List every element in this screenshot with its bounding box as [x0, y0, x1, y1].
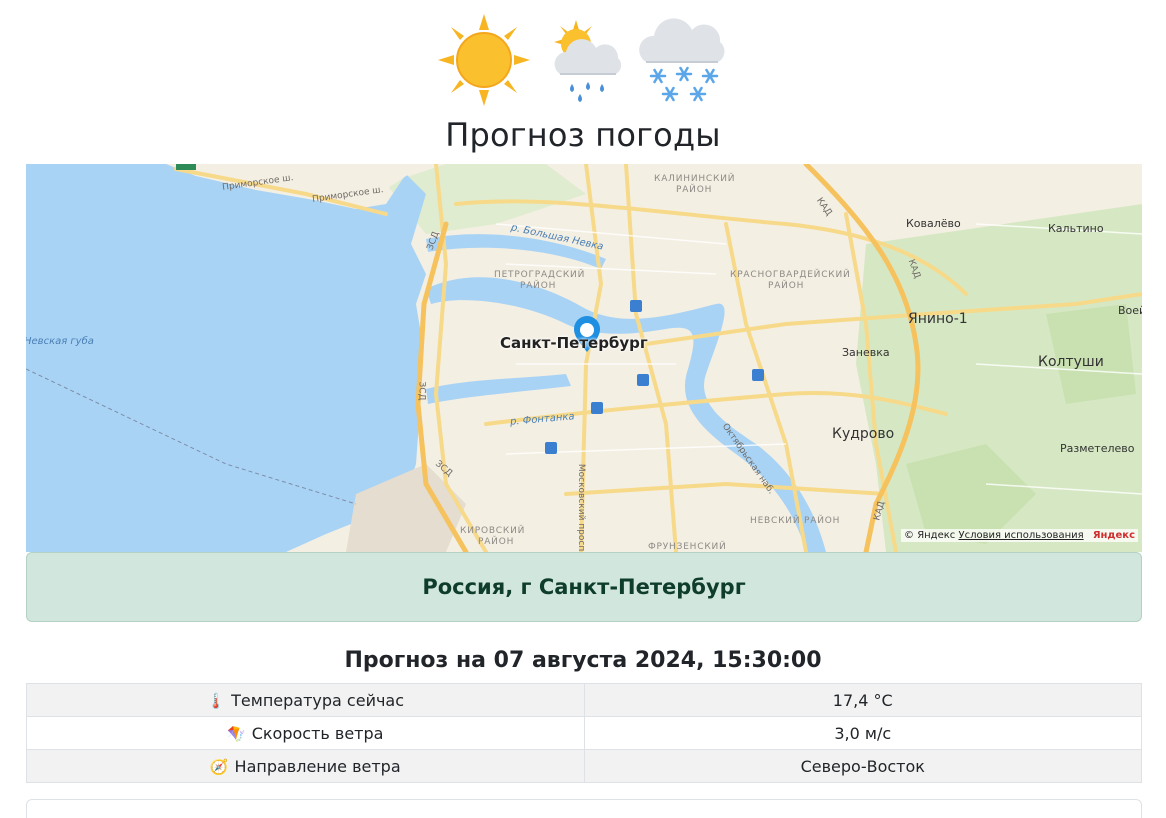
table-cell-label: 🪁 Скорость ветра [26, 716, 585, 750]
map-label-town: Разметелево [1060, 442, 1135, 455]
sun-behind-rain-cloud-icon [554, 20, 622, 102]
table-cell-label: 🧭 Направление ветра [26, 749, 585, 783]
snow-cloud-icon [639, 18, 725, 102]
table-row: 🌡️ Температура сейчас 17,4 °C [26, 683, 1142, 717]
weather-icons-row [0, 12, 1166, 112]
map-label-district: Петроградский [494, 270, 586, 280]
thermometer-icon: 🌡️ [206, 691, 226, 710]
table-cell-value: 17,4 °C [583, 683, 1142, 717]
forecast-heading: Прогноз на 07 августа 2024, 15:30:00 [344, 648, 822, 673]
map-label-district: Калининский [654, 174, 736, 184]
row-label: Направление ветра [234, 756, 401, 776]
page-title: Прогноз погоды [445, 116, 721, 154]
map-copyright: © Яндекс Условия использования Яндекс [901, 529, 1138, 542]
map[interactable]: Приморское ш. Приморское ш. Калининский … [26, 164, 1142, 552]
map-label-district: район [478, 537, 515, 547]
row-label: Температура сейчас [231, 690, 405, 710]
table-row: 🪁 Скорость ветра 3,0 м/с [26, 716, 1142, 750]
copyright-text: © Яндекс [904, 530, 956, 541]
map-label-district: район [676, 185, 713, 195]
map-label-city: Санкт-Петербург [500, 334, 648, 352]
table-cell-label: 🌡️ Температура сейчас [26, 683, 585, 717]
sun-icon [438, 14, 530, 106]
map-label-district: Кировский [460, 526, 526, 536]
map-label-town: Ковалёво [906, 217, 961, 230]
map-label-town: Колтуши [1038, 354, 1104, 370]
forecast-table: 🌡️ Температура сейчас 17,4 °C 🪁 Скорость в… [26, 683, 1142, 783]
map-label-town: Кудрово [832, 426, 895, 442]
map-label-town: Заневка [842, 346, 890, 359]
location-text: Россия, г Санкт-Петербург [422, 575, 746, 599]
map-label-district: Невский район [750, 516, 841, 526]
table-cell-value: Северо-Восток [583, 749, 1142, 783]
map-label-water: Невская губа [26, 336, 94, 347]
map-label-town: Кальтино [1048, 222, 1104, 235]
table-cell-value: 3,0 м/с [583, 716, 1142, 750]
kite-icon: 🪁 [227, 724, 246, 743]
map-label-road: ЗСД [416, 381, 427, 401]
map-label-town: Янино-1 [908, 311, 968, 327]
location-box: Россия, г Санкт-Петербург [26, 552, 1142, 622]
terms-link[interactable]: Условия использования [958, 530, 1083, 541]
table-row: 🧭 Направление ветра Северо-Восток [26, 749, 1142, 783]
map-label-district: район [520, 281, 557, 291]
next-card [26, 799, 1142, 818]
map-label-town: Воей [1118, 304, 1142, 317]
map-label-road: Московский просп. [576, 463, 587, 552]
yandex-logo[interactable]: Яндекс [1093, 530, 1135, 541]
map-label-district: Фрунзенский [648, 542, 727, 552]
map-label-district: Красногвардейский [730, 270, 851, 280]
row-label: Скорость ветра [251, 723, 384, 743]
compass-icon: 🧭 [209, 757, 229, 776]
map-label-district: район [768, 281, 805, 291]
